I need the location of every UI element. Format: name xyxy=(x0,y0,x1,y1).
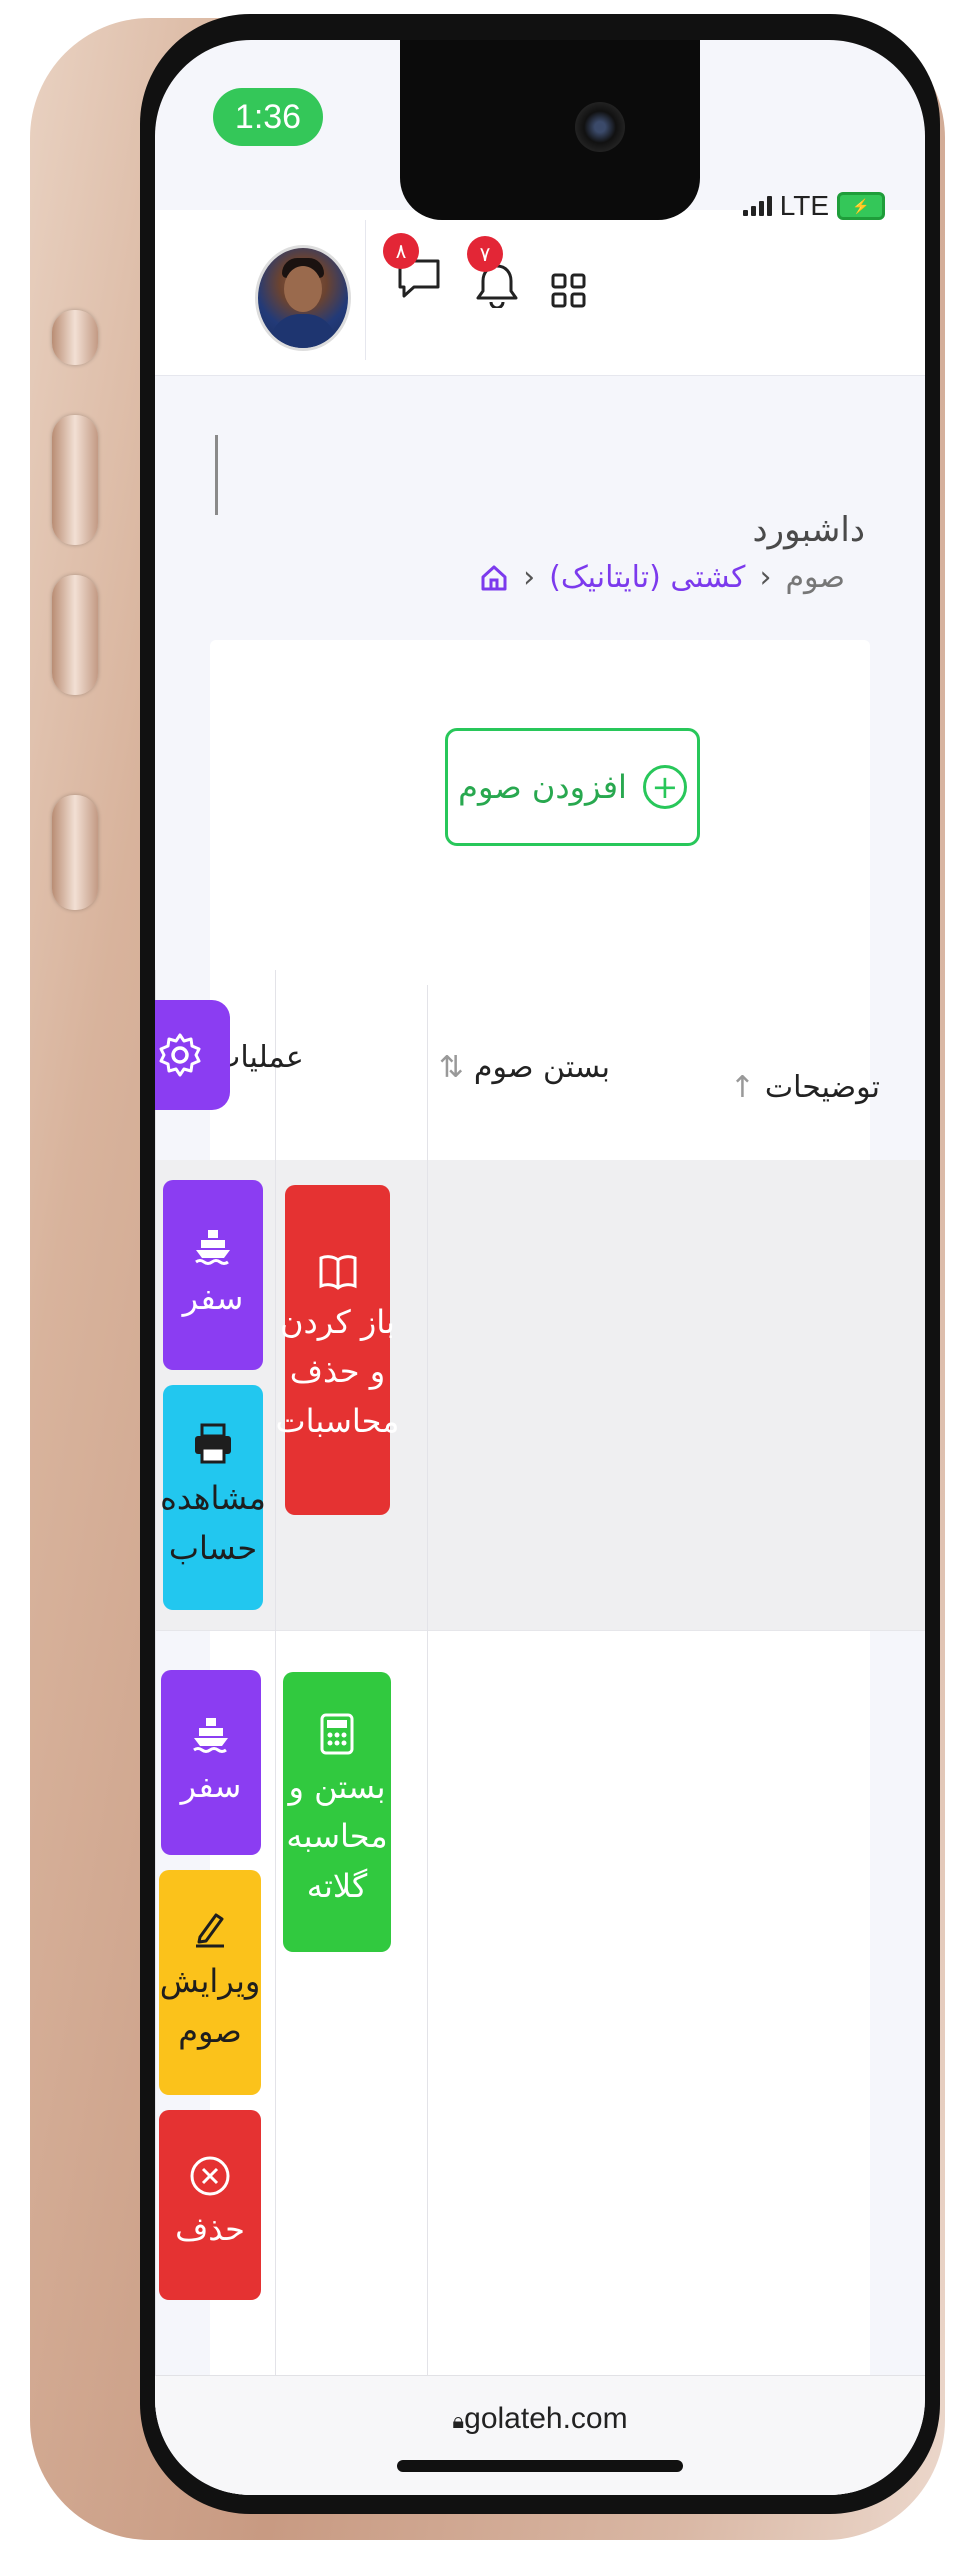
trip-button[interactable]: سفر xyxy=(163,1180,263,1370)
delete-button[interactable]: حذف xyxy=(159,2110,261,2300)
grid-icon xyxy=(551,273,586,308)
close-calculate-button[interactable]: بستن و محاسبه گلاته xyxy=(283,1672,391,1952)
messages-button[interactable]: ۸ xyxy=(383,233,443,305)
status-indicators: LTE ⚡ xyxy=(742,190,885,222)
trip-button[interactable]: سفر xyxy=(161,1670,261,1855)
network-label: LTE xyxy=(779,190,829,221)
home-indicator[interactable] xyxy=(397,2460,683,2472)
row-divider xyxy=(155,1630,925,1631)
url-text: golateh.com xyxy=(464,2402,628,2435)
gear-icon xyxy=(159,1033,201,1077)
sort-icon[interactable]: ↑ xyxy=(730,1070,755,1105)
header-divider xyxy=(365,220,366,360)
breadcrumb-current: صوم xyxy=(785,560,845,595)
notifications-button[interactable]: ۷ xyxy=(467,236,519,312)
messages-badge: ۸ xyxy=(383,233,419,269)
book-icon xyxy=(319,1254,356,1290)
column-header-description[interactable]: توضیحات ↑ xyxy=(730,1070,880,1105)
sort-icon[interactable]: ⇅ xyxy=(439,1050,464,1085)
volume-up-button xyxy=(52,415,98,545)
plus-circle-icon: + xyxy=(642,765,687,809)
table-row-highlight xyxy=(155,1160,925,1630)
edit-button[interactable]: ویرایش صوم xyxy=(159,1870,261,2095)
x-circle-icon xyxy=(190,2156,230,2196)
chevron-icon: ‹ xyxy=(523,560,536,595)
reopen-button[interactable]: باز کردن و حذف محاسبات xyxy=(276,1185,399,1515)
status-time: 1:36 xyxy=(213,88,323,146)
home-icon[interactable] xyxy=(479,563,509,593)
column-divider xyxy=(275,970,276,2495)
screen: 1:36 LTE ⚡ ۸ ۷ داشبورد ‹ کشتی (تایتانیک)… xyxy=(155,40,925,2495)
battery-icon: ⚡ xyxy=(837,192,885,220)
chevron-icon: ‹ xyxy=(759,560,772,595)
notch xyxy=(400,40,700,220)
calculator-icon xyxy=(320,1713,354,1755)
sidebar-toggle[interactable] xyxy=(215,435,218,515)
add-button[interactable]: + افزودن صوم xyxy=(445,728,700,846)
apps-button[interactable] xyxy=(550,272,588,314)
silent-switch xyxy=(52,310,98,365)
signal-icon xyxy=(742,196,772,216)
column-header-close[interactable]: بستن صوم ⇅ xyxy=(439,1050,610,1085)
pen-icon xyxy=(196,1913,224,1948)
side-port xyxy=(52,795,98,910)
url-bar[interactable]: 🔒︎golateh.com xyxy=(155,2402,925,2436)
avatar[interactable] xyxy=(255,245,351,351)
breadcrumb: ‹ کشتی (تایتانیک) ‹ صوم xyxy=(479,560,845,595)
column-divider xyxy=(427,985,428,2495)
front-camera xyxy=(575,102,625,152)
lock-icon: 🔒︎ xyxy=(452,2408,465,2433)
add-button-label: افزودن صوم xyxy=(458,768,627,806)
notifications-badge: ۷ xyxy=(467,236,503,272)
printer-icon xyxy=(195,1423,231,1464)
settings-button[interactable] xyxy=(155,1000,230,1110)
breadcrumb-link[interactable]: کشتی (تایتانیک) xyxy=(549,560,745,595)
ship-icon xyxy=(195,1230,230,1266)
volume-down-button xyxy=(52,575,98,695)
page-title: داشبورد xyxy=(752,510,865,550)
view-account-button[interactable]: مشاهده حساب xyxy=(160,1385,266,1610)
ship-icon xyxy=(193,1717,228,1753)
